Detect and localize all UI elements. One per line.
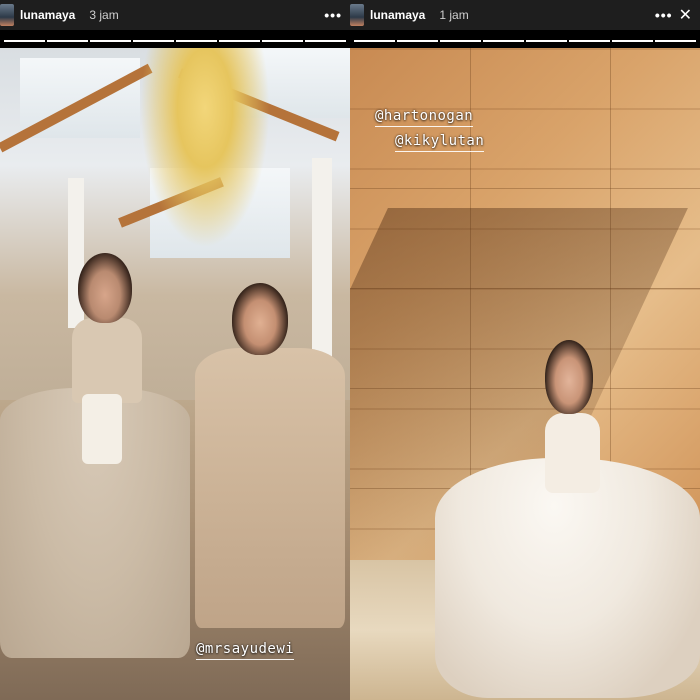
- progress-segment: [90, 40, 131, 42]
- post-time: 3 jam: [89, 8, 119, 22]
- post-time: 1 jam: [439, 8, 469, 22]
- story-progress-bar: [354, 40, 696, 42]
- progress-segment: [4, 40, 45, 42]
- story-photo[interactable]: [0, 48, 350, 700]
- person-head: [232, 283, 288, 355]
- mention-tag[interactable]: @mrsayudewi: [196, 641, 295, 660]
- progress-segment: [526, 40, 567, 42]
- progress-segment: [354, 40, 395, 42]
- person-head: [545, 340, 593, 414]
- progress-segment: [176, 40, 217, 42]
- progress-segment: [133, 40, 174, 42]
- person-gown: [195, 348, 345, 628]
- progress-segment: [219, 40, 260, 42]
- progress-segment: [47, 40, 88, 42]
- progress-segment: [305, 40, 346, 42]
- story-progress-bar: [4, 40, 346, 42]
- progress-segment: [483, 40, 524, 42]
- person-gown: [435, 458, 700, 698]
- close-icon[interactable]: ✕: [679, 5, 692, 25]
- person-bodice: [72, 318, 142, 403]
- progress-segment: [397, 40, 438, 42]
- chandelier: [140, 48, 270, 248]
- mention-tag[interactable]: @kikylutan: [395, 133, 485, 152]
- username[interactable]: lunamaya: [20, 8, 75, 22]
- avatar[interactable]: [0, 4, 14, 26]
- more-horizontal-icon[interactable]: •••: [324, 7, 342, 23]
- more-horizontal-icon[interactable]: •••: [655, 7, 673, 23]
- progress-segment: [569, 40, 610, 42]
- avatar[interactable]: [350, 4, 364, 26]
- username[interactable]: lunamaya: [370, 8, 425, 22]
- progress-segment: [262, 40, 303, 42]
- person-bow: [82, 394, 122, 464]
- story-left[interactable]: lunamaya 3 jam ••• @mrsayudewi: [0, 0, 350, 700]
- story-header: lunamaya 1 jam ••• ✕: [350, 0, 700, 30]
- story-header: lunamaya 3 jam •••: [0, 0, 350, 30]
- person-head: [78, 253, 132, 323]
- person-bodice: [545, 413, 600, 493]
- progress-segment: [612, 40, 653, 42]
- pillar: [312, 158, 332, 358]
- mention-tag[interactable]: @hartonogan: [375, 108, 474, 127]
- progress-segment: [440, 40, 481, 42]
- tile-line: [350, 188, 700, 189]
- story-right[interactable]: lunamaya 1 jam ••• ✕ @hartonogan @kikylu…: [350, 0, 700, 700]
- progress-segment: [655, 40, 696, 42]
